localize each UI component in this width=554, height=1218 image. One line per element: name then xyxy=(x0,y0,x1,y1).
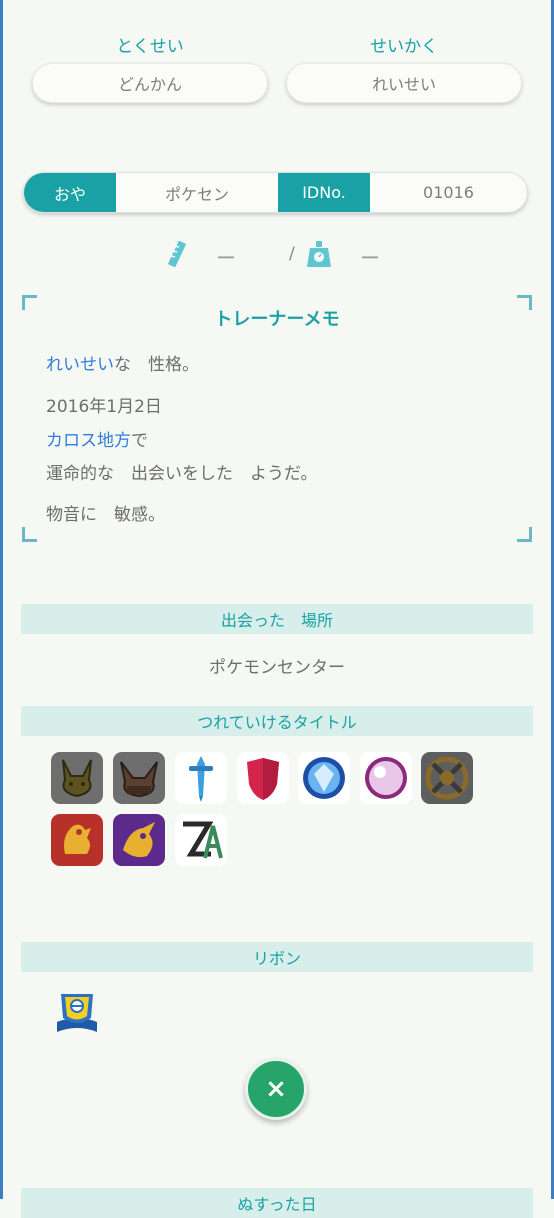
trainer-memo: トレーナーメモ れいせいな 性格。 2016年1月2日 カロス地方で 運命的な … xyxy=(22,295,532,542)
height-value: ー xyxy=(216,246,236,270)
id-label: IDNo. xyxy=(278,173,370,212)
ribbons-header: リボン xyxy=(21,942,533,972)
pikachu-game-icon[interactable] xyxy=(51,752,103,804)
ability-label: とくせい xyxy=(116,37,184,57)
met-location-value: ポケモンセンター xyxy=(209,658,345,678)
measure-separator: / xyxy=(289,244,295,264)
id-value: 01016 xyxy=(423,183,474,202)
eevee-game-icon[interactable] xyxy=(113,752,165,804)
brilliant-diamond-icon[interactable] xyxy=(298,752,350,804)
nature-value: れいせい xyxy=(286,63,522,103)
legends-za-icon[interactable] xyxy=(175,814,227,866)
owner-bar: おや ポケセン IDNo. 01016 xyxy=(23,172,528,213)
memo-meeting: 運命的な 出会いをした ようだ。 xyxy=(46,464,318,484)
weight-value: ー xyxy=(360,246,380,270)
memo-nature-word: れいせい xyxy=(46,355,114,375)
next-section-header: ぬすった日 xyxy=(21,1188,533,1218)
shield-icon[interactable] xyxy=(237,752,289,804)
memo-corner xyxy=(517,527,532,542)
left-edge xyxy=(0,0,3,1199)
memo-corner xyxy=(22,527,37,542)
nature-label: せいかく xyxy=(370,37,438,57)
ability-value: どんかん xyxy=(32,63,268,103)
violet-icon[interactable] xyxy=(113,814,165,866)
memo-nature-line: れいせいな 性格。 xyxy=(46,350,199,375)
legends-arceus-icon[interactable] xyxy=(421,752,473,804)
ot-label: おや xyxy=(24,173,116,212)
memo-region-suffix: で xyxy=(131,431,148,451)
memo-region-line: カロス地方で xyxy=(46,426,148,451)
ot-value: ポケセン xyxy=(164,184,229,204)
scarlet-icon[interactable] xyxy=(51,814,103,866)
memo-nature-suffix: な 性格。 xyxy=(114,355,199,375)
weight-icon xyxy=(306,240,332,272)
titles-header: つれていけるタイトル xyxy=(21,706,533,736)
memo-characteristic: 物音に 敏感。 xyxy=(46,505,165,525)
close-button[interactable]: × xyxy=(245,1058,307,1120)
shining-pearl-icon[interactable] xyxy=(360,752,412,804)
met-location-header: 出会った 場所 xyxy=(21,604,533,634)
measurements-row: ー / ー xyxy=(0,240,554,270)
memo-date: 2016年1月2日 xyxy=(46,397,162,417)
classic-ribbon-icon[interactable] xyxy=(51,988,103,1040)
memo-region: カロス地方 xyxy=(46,431,131,451)
height-icon xyxy=(166,240,188,272)
sword-icon[interactable] xyxy=(175,752,227,804)
memo-title: トレーナーメモ xyxy=(214,309,340,330)
